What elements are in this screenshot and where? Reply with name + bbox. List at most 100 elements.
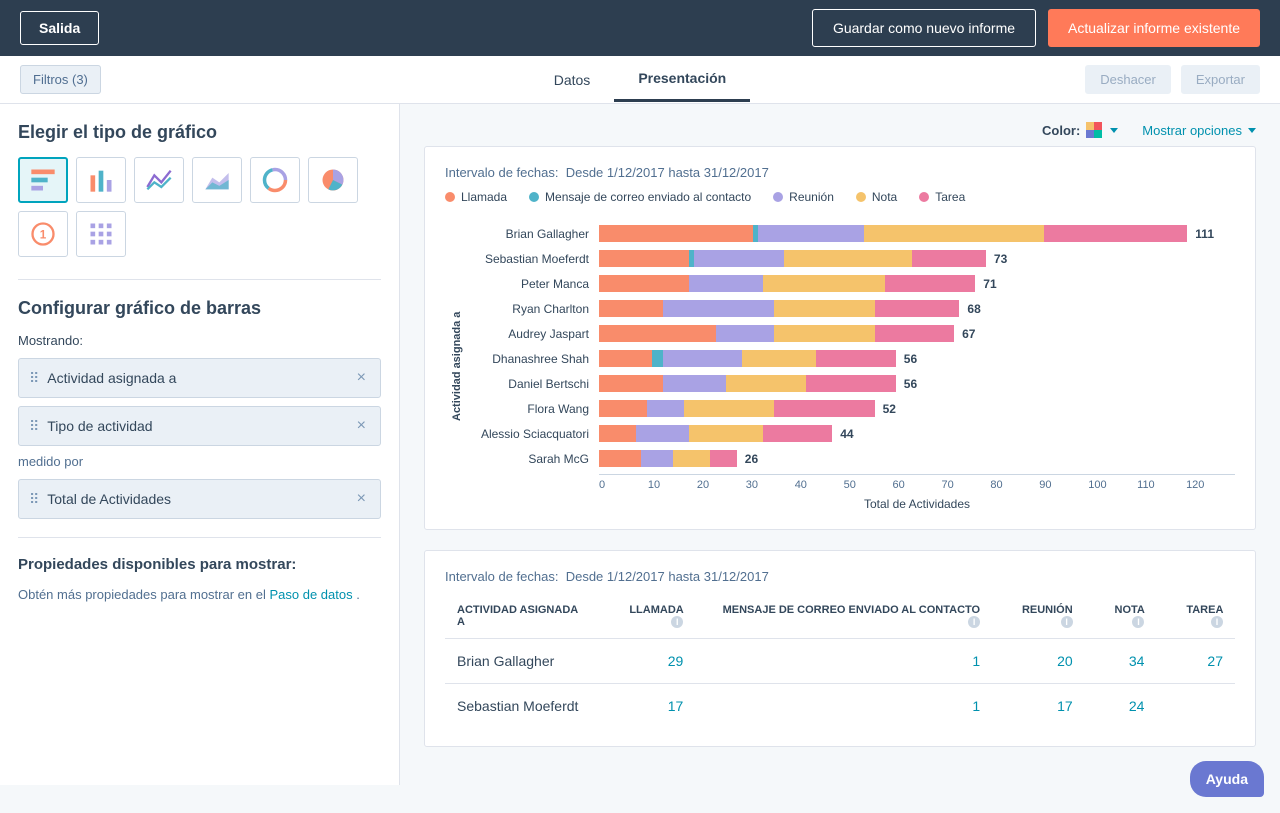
legend-item[interactable]: Mensaje de correo enviado al contacto	[529, 190, 751, 204]
filters-chip[interactable]: Filtros (3)	[20, 65, 101, 94]
chart-bar-segment[interactable]	[599, 225, 753, 242]
table-cell-value[interactable]: 34	[1085, 639, 1157, 684]
chart-bar-segment[interactable]	[673, 450, 710, 467]
chart-bar-segment[interactable]	[599, 300, 663, 317]
legend-item[interactable]: Tarea	[919, 190, 965, 204]
chart-bar-segment[interactable]	[726, 375, 805, 392]
chart-bar[interactable]	[599, 275, 975, 292]
chart-bar-segment[interactable]	[689, 425, 763, 442]
chart-type-vbar[interactable]	[76, 157, 126, 203]
table-header[interactable]: REUNIÓN i	[992, 594, 1085, 639]
chart-type-line[interactable]	[134, 157, 184, 203]
chart-bar[interactable]	[599, 225, 1187, 242]
info-icon[interactable]: i	[671, 616, 683, 628]
table-cell-value[interactable]: 20	[992, 639, 1085, 684]
chart-bar-segment[interactable]	[684, 400, 774, 417]
chart-bar-segment[interactable]	[663, 350, 742, 367]
legend-item[interactable]: Llamada	[445, 190, 507, 204]
chart-bar[interactable]	[599, 400, 875, 417]
legend-item[interactable]: Nota	[856, 190, 897, 204]
remove-pill-icon[interactable]: ×	[353, 369, 370, 387]
tab-presentation[interactable]: Presentación	[614, 57, 750, 102]
chart-bar[interactable]	[599, 250, 986, 267]
data-step-link[interactable]: Paso de datos	[269, 587, 352, 602]
update-existing-button[interactable]: Actualizar informe existente	[1048, 9, 1260, 47]
chart-bar[interactable]	[599, 300, 959, 317]
table-header[interactable]: NOTA i	[1085, 594, 1157, 639]
info-icon[interactable]: i	[1061, 616, 1073, 628]
legend-item[interactable]: Reunión	[773, 190, 834, 204]
table-header[interactable]: LLAMADA i	[600, 594, 696, 639]
dimension-pill[interactable]: ⠿Actividad asignada a×	[18, 358, 381, 398]
chart-bar-segment[interactable]	[864, 225, 1044, 242]
save-as-new-button[interactable]: Guardar como nuevo informe	[812, 9, 1036, 47]
chart-type-area[interactable]	[192, 157, 242, 203]
chart-bar[interactable]	[599, 450, 737, 467]
chart-bar-segment[interactable]	[763, 275, 885, 292]
table-cell-value[interactable]: 1	[695, 639, 992, 684]
chart-bar-segment[interactable]	[599, 375, 663, 392]
chart-bar-segment[interactable]	[599, 350, 652, 367]
chart-bar-segment[interactable]	[599, 325, 716, 342]
chart-bar-segment[interactable]	[806, 375, 896, 392]
chart-bar-segment[interactable]	[742, 350, 816, 367]
table-cell-value[interactable]: 17	[992, 684, 1085, 729]
measure-pill[interactable]: ⠿ Total de Actividades ×	[18, 479, 381, 519]
drag-handle-icon[interactable]: ⠿	[29, 491, 37, 508]
chart-bar-segment[interactable]	[1044, 225, 1187, 242]
drag-handle-icon[interactable]: ⠿	[29, 418, 37, 435]
chart-bar-segment[interactable]	[599, 275, 689, 292]
chart-bar-segment[interactable]	[663, 375, 727, 392]
chart-bar-segment[interactable]	[636, 425, 689, 442]
chart-bar-segment[interactable]	[599, 450, 641, 467]
table-cell-value[interactable]: 1	[695, 684, 992, 729]
chart-bar[interactable]	[599, 425, 832, 442]
chart-bar-segment[interactable]	[647, 400, 684, 417]
chart-bar[interactable]	[599, 350, 896, 367]
chart-bar-segment[interactable]	[912, 250, 986, 267]
chart-type-hbar[interactable]	[18, 157, 68, 203]
chart-bar-segment[interactable]	[710, 450, 736, 467]
chart-bar[interactable]	[599, 375, 896, 392]
remove-pill-icon[interactable]: ×	[353, 490, 370, 508]
remove-pill-icon[interactable]: ×	[353, 417, 370, 435]
chart-bar-segment[interactable]	[816, 350, 895, 367]
info-icon[interactable]: i	[1211, 616, 1223, 628]
table-header[interactable]: ACTIVIDAD ASIGNADA A	[445, 594, 600, 639]
info-icon[interactable]: i	[968, 616, 980, 628]
chart-bar-segment[interactable]	[774, 325, 875, 342]
chart-bar-segment[interactable]	[875, 325, 954, 342]
chart-bar-segment[interactable]	[641, 450, 673, 467]
info-icon[interactable]: i	[1132, 616, 1144, 628]
chart-bar-segment[interactable]	[716, 325, 774, 342]
tab-data[interactable]: Datos	[530, 59, 615, 101]
table-cell-value[interactable]: 27	[1156, 639, 1235, 684]
chart-bar-segment[interactable]	[694, 250, 784, 267]
table-cell-value[interactable]	[1156, 684, 1235, 729]
color-selector[interactable]: Color:	[1042, 122, 1118, 138]
table-cell-value[interactable]: 17	[600, 684, 696, 729]
chart-bar-segment[interactable]	[652, 350, 663, 367]
chart-bar-segment[interactable]	[774, 300, 875, 317]
chart-type-donut[interactable]	[250, 157, 300, 203]
drag-handle-icon[interactable]: ⠿	[29, 370, 37, 387]
table-cell-value[interactable]: 24	[1085, 684, 1157, 729]
chart-bar-segment[interactable]	[599, 425, 636, 442]
chart-bar-segment[interactable]	[774, 400, 875, 417]
help-button[interactable]: Ayuda	[1190, 761, 1264, 797]
dimension-pill[interactable]: ⠿Tipo de actividad×	[18, 406, 381, 446]
chart-bar-segment[interactable]	[663, 300, 774, 317]
chart-bar-segment[interactable]	[784, 250, 911, 267]
chart-bar-segment[interactable]	[885, 275, 975, 292]
chart-bar-segment[interactable]	[689, 275, 763, 292]
chart-bar-segment[interactable]	[758, 225, 864, 242]
chart-bar[interactable]	[599, 325, 954, 342]
table-header[interactable]: MENSAJE DE CORREO ENVIADO AL CONTACTO i	[695, 594, 992, 639]
show-options-button[interactable]: Mostrar opciones	[1142, 123, 1256, 138]
chart-bar-segment[interactable]	[763, 425, 832, 442]
chart-type-summary[interactable]: 1	[18, 211, 68, 257]
table-header[interactable]: TAREA i	[1156, 594, 1235, 639]
chart-type-pie[interactable]	[308, 157, 358, 203]
chart-type-table[interactable]	[76, 211, 126, 257]
chart-bar-segment[interactable]	[599, 250, 689, 267]
